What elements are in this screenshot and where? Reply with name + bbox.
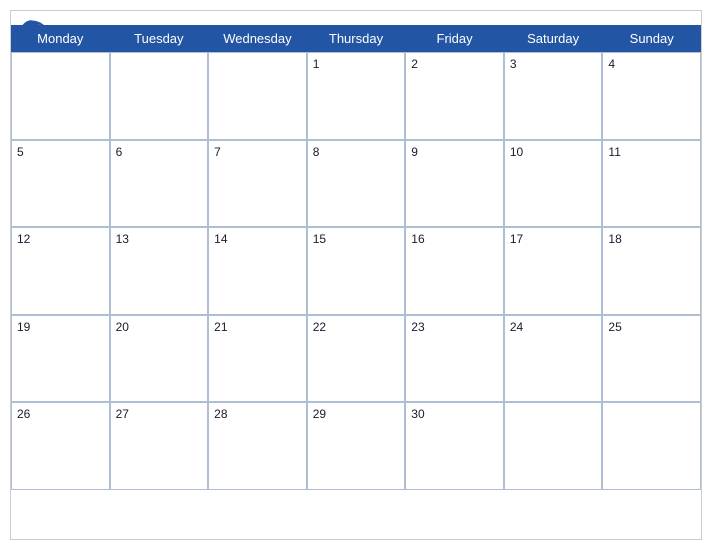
calendar-cell: 12 [11, 227, 110, 315]
calendar-cell [110, 52, 209, 140]
date-number: 15 [313, 232, 326, 246]
calendar-cell: 25 [602, 315, 701, 403]
date-number: 11 [608, 145, 620, 159]
date-number: 3 [510, 57, 517, 71]
calendar-cell: 8 [307, 140, 406, 228]
calendar-header [11, 11, 701, 25]
date-number: 7 [214, 145, 221, 159]
date-number: 26 [17, 407, 30, 421]
calendar-cell [11, 52, 110, 140]
date-number: 9 [411, 145, 418, 159]
calendar-cell: 7 [208, 140, 307, 228]
calendar-cell: 13 [110, 227, 209, 315]
calendar-cell: 18 [602, 227, 701, 315]
calendar-cell: 29 [307, 402, 406, 490]
date-number: 8 [313, 145, 320, 159]
calendar-cell: 2 [405, 52, 504, 140]
date-number: 30 [411, 407, 424, 421]
calendar-cell: 15 [307, 227, 406, 315]
calendar-cell: 1 [307, 52, 406, 140]
day-header: Saturday [504, 25, 603, 52]
calendar-cell: 22 [307, 315, 406, 403]
date-number: 4 [608, 57, 615, 71]
calendar-cell: 11 [602, 140, 701, 228]
calendar-cell: 26 [11, 402, 110, 490]
calendar-cell: 20 [110, 315, 209, 403]
date-number: 21 [214, 320, 227, 334]
date-number: 1 [313, 57, 320, 71]
date-number: 27 [116, 407, 129, 421]
day-header: Thursday [307, 25, 406, 52]
calendar-cell: 21 [208, 315, 307, 403]
calendar-cell: 4 [602, 52, 701, 140]
calendar-cell [504, 402, 603, 490]
day-header: Sunday [602, 25, 701, 52]
date-number: 12 [17, 232, 30, 246]
calendar-cell [208, 52, 307, 140]
date-number: 13 [116, 232, 129, 246]
date-number: 20 [116, 320, 129, 334]
date-number: 23 [411, 320, 424, 334]
day-header: Wednesday [208, 25, 307, 52]
date-number: 28 [214, 407, 227, 421]
date-number: 19 [17, 320, 30, 334]
calendar-cell: 28 [208, 402, 307, 490]
calendar: MondayTuesdayWednesdayThursdayFridaySatu… [10, 10, 702, 540]
calendar-cell: 5 [11, 140, 110, 228]
calendar-cell: 16 [405, 227, 504, 315]
calendar-cell: 3 [504, 52, 603, 140]
calendar-cell: 19 [11, 315, 110, 403]
date-number: 17 [510, 232, 523, 246]
date-number: 5 [17, 145, 24, 159]
calendar-cell: 30 [405, 402, 504, 490]
day-headers: MondayTuesdayWednesdayThursdayFridaySatu… [11, 25, 701, 52]
calendar-grid: 1234567891011121314151617181920212223242… [11, 52, 701, 490]
date-number: 14 [214, 232, 227, 246]
calendar-cell: 10 [504, 140, 603, 228]
calendar-cell: 24 [504, 315, 603, 403]
date-number: 22 [313, 320, 326, 334]
calendar-cell [602, 402, 701, 490]
date-number: 29 [313, 407, 326, 421]
day-header: Friday [405, 25, 504, 52]
calendar-cell: 27 [110, 402, 209, 490]
date-number: 16 [411, 232, 424, 246]
calendar-cell: 14 [208, 227, 307, 315]
date-number: 25 [608, 320, 621, 334]
calendar-cell: 9 [405, 140, 504, 228]
date-number: 18 [608, 232, 621, 246]
date-number: 6 [116, 145, 123, 159]
calendar-cell: 23 [405, 315, 504, 403]
logo [21, 19, 48, 37]
calendar-cell: 6 [110, 140, 209, 228]
logo-bird-icon [21, 19, 45, 37]
date-number: 10 [510, 145, 523, 159]
date-number: 24 [510, 320, 523, 334]
day-header: Tuesday [110, 25, 209, 52]
date-number: 2 [411, 57, 418, 71]
calendar-cell: 17 [504, 227, 603, 315]
